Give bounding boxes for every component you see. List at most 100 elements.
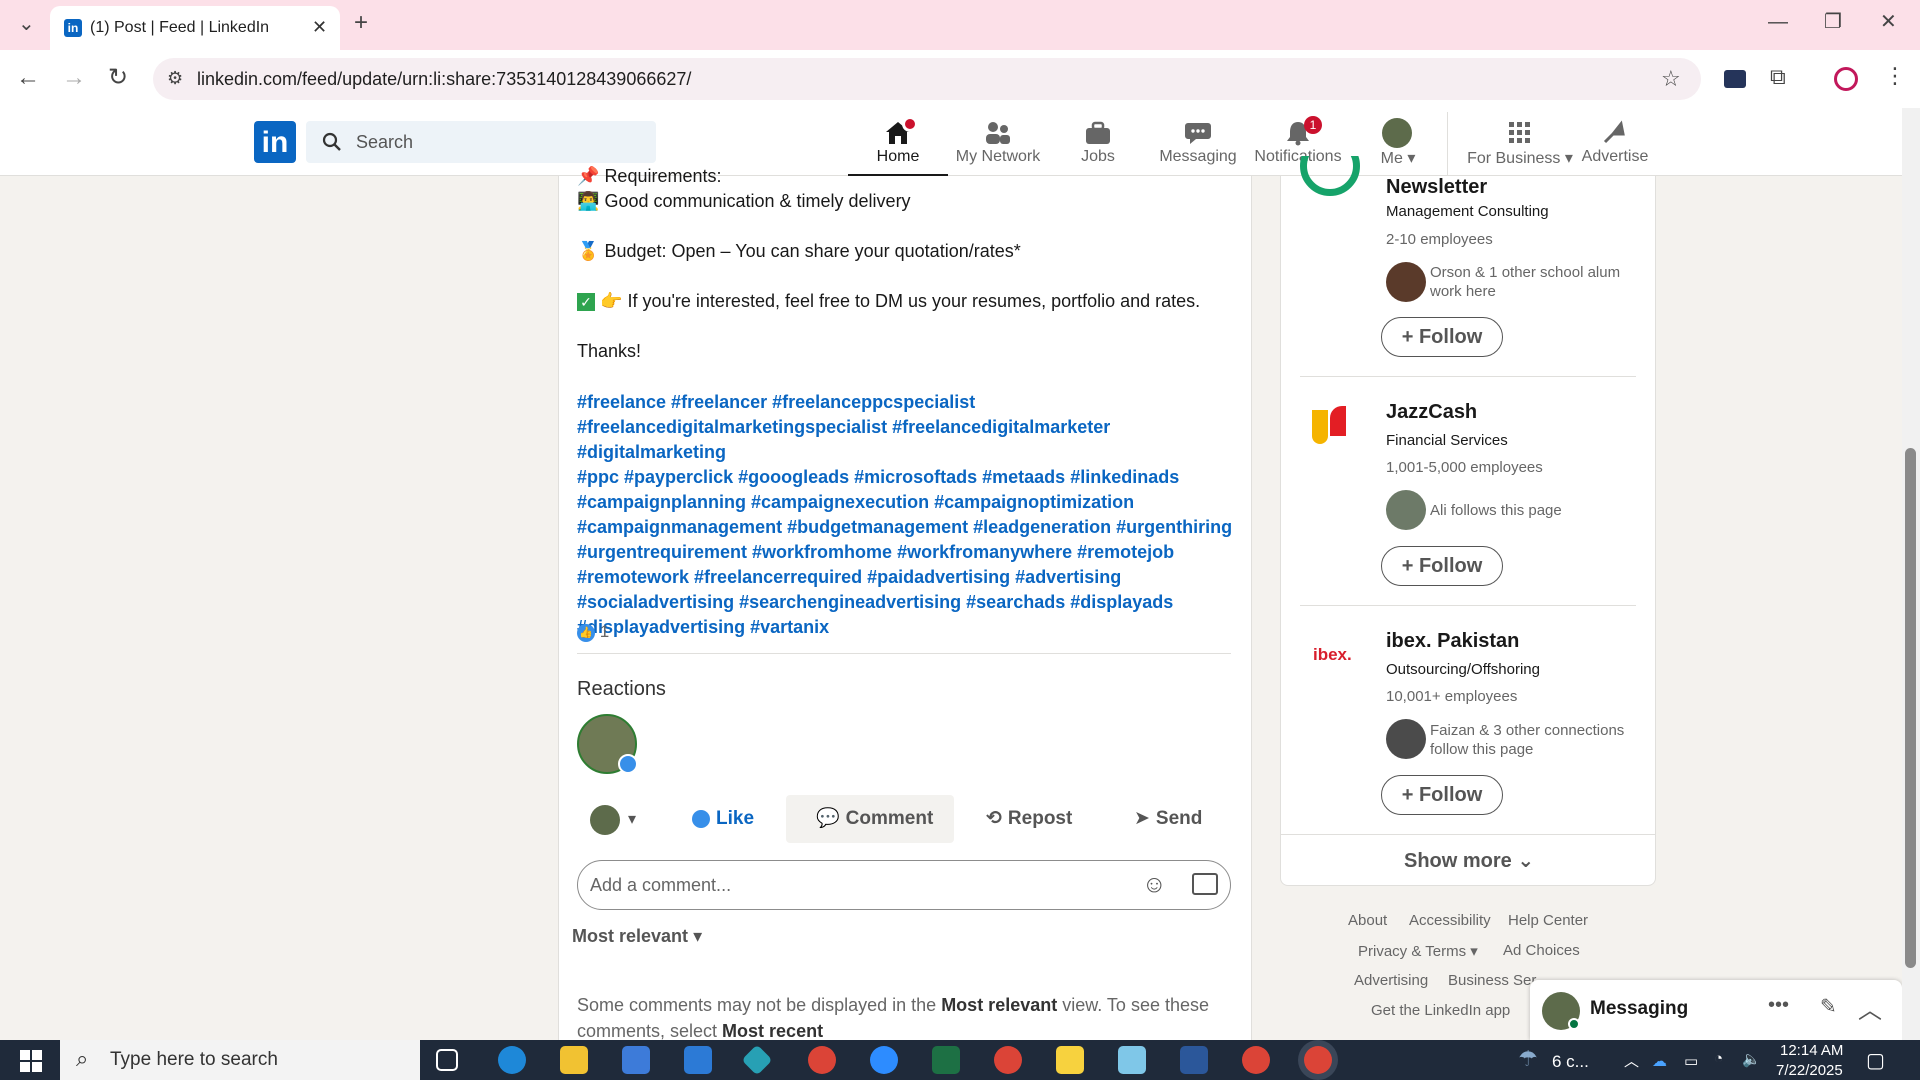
hashtag-line[interactable]: #urgentrequirement #workfromhome #workfr… bbox=[577, 540, 1237, 565]
pushpin-icon: 📌 bbox=[577, 166, 600, 186]
store-icon[interactable] bbox=[622, 1046, 650, 1074]
windows-start-icon[interactable] bbox=[20, 1050, 42, 1072]
image-icon[interactable] bbox=[1192, 873, 1218, 895]
chrome-icon[interactable] bbox=[808, 1046, 836, 1074]
reaction-summary[interactable]: 👍 1 bbox=[577, 622, 609, 644]
footer-privacy[interactable]: Privacy & Terms ▾ bbox=[1358, 942, 1478, 960]
mail-icon[interactable] bbox=[684, 1046, 712, 1074]
onedrive-icon[interactable]: ☁ bbox=[1652, 1052, 1667, 1070]
hashtag-line[interactable]: #remotework #freelancerrequired #paidadv… bbox=[577, 565, 1237, 590]
grid-icon bbox=[1509, 122, 1530, 143]
footer-business[interactable]: Business Ser bbox=[1448, 972, 1536, 989]
sort-dropdown[interactable]: Most relevant ▾ bbox=[572, 926, 702, 947]
extensions-puzzle-icon[interactable]: ⧉ bbox=[1770, 66, 1786, 88]
nav-jobs[interactable]: Jobs bbox=[1048, 116, 1148, 176]
chrome-icon[interactable] bbox=[1304, 1046, 1332, 1074]
reload-icon[interactable]: ↻ bbox=[108, 66, 128, 90]
file-explorer-icon[interactable] bbox=[560, 1046, 588, 1074]
address-bar[interactable]: ⚙ linkedin.com/feed/update/urn:li:share:… bbox=[153, 58, 1701, 100]
show-more-button[interactable]: Show more ⌄ bbox=[1404, 848, 1534, 873]
weather-text[interactable]: 6 c... bbox=[1552, 1052, 1589, 1072]
notepad-icon[interactable] bbox=[1118, 1046, 1146, 1074]
site-info-icon[interactable]: ⚙ bbox=[167, 68, 183, 89]
chrome-icon[interactable] bbox=[1242, 1046, 1270, 1074]
hashtag-line[interactable]: #freelancedigitalmarketingspecialist #fr… bbox=[577, 415, 1237, 465]
forward-icon[interactable]: → bbox=[62, 66, 86, 90]
newsletter-logo[interactable] bbox=[1300, 156, 1360, 206]
hashtag-line[interactable]: #campaignmanagement #budgetmanagement #l… bbox=[577, 515, 1237, 540]
battery-icon[interactable]: ▭ bbox=[1684, 1052, 1698, 1070]
nav-advertise[interactable]: Advertise bbox=[1565, 116, 1665, 176]
hashtag-line[interactable]: #socialadvertising #searchengineadvertis… bbox=[577, 590, 1237, 615]
close-tab-icon[interactable]: ✕ bbox=[312, 17, 327, 38]
close-window-icon[interactable]: ✕ bbox=[1880, 12, 1897, 32]
emoji-icon[interactable]: ☺ bbox=[1142, 871, 1167, 899]
chevron-up-icon[interactable]: ︿ bbox=[1858, 990, 1882, 1025]
wifi-icon[interactable]: ◔ bbox=[1714, 1050, 1723, 1067]
nav-messaging[interactable]: Messaging bbox=[1148, 116, 1248, 176]
comment-input[interactable]: Add a comment... ☺ bbox=[577, 860, 1231, 910]
clock-time[interactable]: 12:14 AM bbox=[1780, 1042, 1843, 1059]
extension-icon[interactable] bbox=[1724, 70, 1746, 88]
nav-my-network[interactable]: My Network bbox=[948, 116, 1048, 176]
more-options-icon[interactable]: ••• bbox=[1768, 994, 1789, 1017]
jazzcash-logo[interactable] bbox=[1308, 404, 1352, 448]
hashtag-line[interactable]: #campaignplanning #campaignexecution #ca… bbox=[577, 490, 1237, 515]
profile-icon[interactable] bbox=[1834, 67, 1858, 91]
footer-help[interactable]: Help Center bbox=[1508, 912, 1588, 929]
nav-me-label: Me ▾ bbox=[1380, 150, 1416, 167]
repost-icon: ⟲ bbox=[986, 808, 1002, 829]
search-box[interactable]: Search bbox=[306, 121, 656, 163]
weather-icon[interactable]: ☂ bbox=[1518, 1046, 1538, 1072]
follow-button[interactable]: + Follow bbox=[1381, 775, 1503, 815]
clock-date[interactable]: 7/22/2025 bbox=[1776, 1062, 1843, 1079]
new-tab-icon[interactable]: + bbox=[354, 11, 368, 35]
chrome-icon[interactable] bbox=[994, 1046, 1022, 1074]
browser-tab[interactable]: in (1) Post | Feed | LinkedIn ✕ bbox=[50, 6, 340, 50]
chrome-menu-icon[interactable]: ⋮ bbox=[1884, 65, 1906, 87]
footer-app[interactable]: Get the LinkedIn app bbox=[1371, 1002, 1510, 1019]
follow-button[interactable]: + Follow bbox=[1381, 317, 1503, 357]
hashtag-line[interactable]: #freelance #freelancer #freelanceppcspec… bbox=[577, 390, 1237, 415]
follow-button[interactable]: + Follow bbox=[1381, 546, 1503, 586]
excel-icon[interactable] bbox=[932, 1046, 960, 1074]
repost-button[interactable]: ⟲ Repost bbox=[986, 795, 1072, 843]
nav-home[interactable]: Home bbox=[848, 116, 948, 176]
pointing-hand-icon: 👉 bbox=[600, 291, 623, 311]
word-icon[interactable] bbox=[1180, 1046, 1208, 1074]
tab-list-icon[interactable]: ⌄ bbox=[18, 14, 35, 34]
footer-accessibility[interactable]: Accessibility bbox=[1409, 912, 1491, 929]
scrollbar-thumb[interactable] bbox=[1905, 448, 1916, 968]
hashtag-line[interactable]: #displayadvertising #vartanix bbox=[577, 615, 1237, 640]
zoom-icon[interactable] bbox=[870, 1046, 898, 1074]
hashtag-line[interactable]: #ppc #payperclick #gooogleads #microsoft… bbox=[577, 465, 1237, 490]
company-name[interactable]: JazzCash bbox=[1386, 401, 1477, 424]
post-divider bbox=[577, 653, 1231, 654]
linkedin-logo[interactable]: in bbox=[254, 121, 296, 163]
nav-me[interactable]: Me ▾ bbox=[1348, 116, 1448, 176]
footer-about[interactable]: About bbox=[1348, 912, 1387, 929]
tray-chevron-icon[interactable]: ︿ bbox=[1624, 1050, 1639, 1071]
notification-center-icon[interactable]: ▢ bbox=[1866, 1048, 1885, 1073]
back-icon[interactable]: ← bbox=[16, 66, 40, 90]
send-button[interactable]: ➤ Send bbox=[1134, 795, 1202, 843]
comment-button[interactable]: 💬 Comment bbox=[786, 795, 954, 843]
taskbar-search[interactable]: ⌕ Type here to search bbox=[60, 1040, 420, 1080]
bookmark-star-icon[interactable]: ☆ bbox=[1661, 66, 1681, 92]
task-view-icon[interactable] bbox=[436, 1049, 458, 1071]
sticky-notes-icon[interactable] bbox=[1056, 1046, 1084, 1074]
footer-advertising[interactable]: Advertising bbox=[1354, 972, 1428, 989]
actor-switcher[interactable]: ▾ bbox=[590, 803, 650, 837]
compose-icon[interactable]: ✎ bbox=[1820, 994, 1837, 1019]
like-button[interactable]: Like bbox=[692, 795, 754, 843]
nav-advertise-label: Advertise bbox=[1581, 148, 1649, 165]
company-name[interactable]: Newsletter bbox=[1386, 176, 1487, 199]
footer-adchoices[interactable]: Ad Choices bbox=[1503, 942, 1580, 959]
volume-icon[interactable]: 🔈 bbox=[1742, 1050, 1761, 1068]
restore-icon[interactable]: ❐ bbox=[1824, 12, 1842, 32]
ibex-logo[interactable]: ibex. bbox=[1313, 645, 1352, 665]
minimize-icon[interactable]: — bbox=[1768, 12, 1788, 32]
messaging-overlay[interactable]: Messaging ••• ✎ ︿ bbox=[1530, 980, 1902, 1040]
company-name[interactable]: ibex. Pakistan bbox=[1386, 630, 1519, 653]
edge-icon[interactable] bbox=[498, 1046, 526, 1074]
